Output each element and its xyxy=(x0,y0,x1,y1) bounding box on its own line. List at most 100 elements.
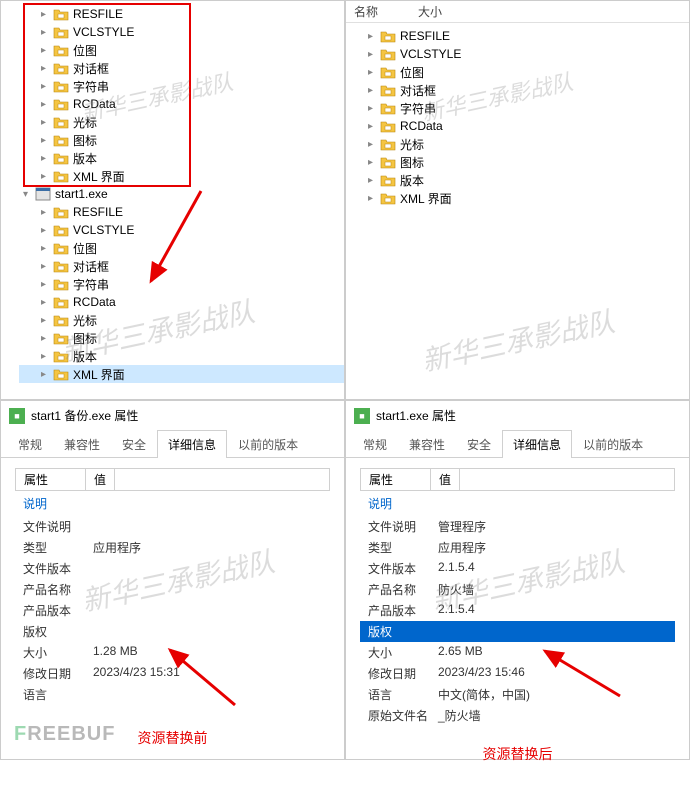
expander-icon[interactable]: ▸ xyxy=(41,351,53,362)
expander-icon[interactable]: ▸ xyxy=(368,157,380,168)
tree-item[interactable]: ▸RCData xyxy=(19,293,344,311)
col-property[interactable]: 属性 xyxy=(361,469,431,490)
tree-item[interactable]: ▸字符串 xyxy=(364,99,689,117)
tree-item[interactable]: ▸字符串 xyxy=(19,77,344,95)
tree-item[interactable]: ▸光标 xyxy=(364,135,689,153)
description-link[interactable]: 说明 xyxy=(360,491,675,516)
expander-icon[interactable]: ▸ xyxy=(41,153,53,164)
tree-item[interactable]: ▸图标 xyxy=(364,153,689,171)
tab-4[interactable]: 以前的版本 xyxy=(572,430,654,458)
expander-icon[interactable]: ▸ xyxy=(41,81,53,92)
tree-item-exe[interactable]: ▾start1.exe xyxy=(19,185,344,203)
tree-item[interactable]: ▸XML 界面 xyxy=(19,167,344,185)
property-row[interactable]: 产品版本2.1.5.4 xyxy=(360,600,675,621)
tree-item[interactable]: ▸RCData xyxy=(19,95,344,113)
expander-icon[interactable]: ▸ xyxy=(368,175,380,186)
tree-item[interactable]: ▸版本 xyxy=(19,347,344,365)
expander-icon[interactable]: ▸ xyxy=(41,27,53,38)
tree-item[interactable]: ▸RCData xyxy=(364,117,689,135)
property-row[interactable]: 文件版本2.1.5.4 xyxy=(360,558,675,579)
property-row[interactable]: 修改日期2023/4/23 15:31 xyxy=(15,663,330,684)
property-row[interactable]: 产品版本 xyxy=(15,600,330,621)
tab-1[interactable]: 兼容性 xyxy=(53,430,111,458)
property-row[interactable]: 文件说明管理程序 xyxy=(360,516,675,537)
expander-icon[interactable]: ▸ xyxy=(368,49,380,60)
expander-icon[interactable]: ▸ xyxy=(41,207,53,218)
col-name[interactable]: 名称 xyxy=(354,3,418,20)
property-row[interactable]: 类型应用程序 xyxy=(15,537,330,558)
expander-icon[interactable]: ▸ xyxy=(41,117,53,128)
tree-item[interactable]: ▸RESFILE xyxy=(19,203,344,221)
tree-item[interactable]: ▸图标 xyxy=(19,329,344,347)
property-row[interactable]: 类型应用程序 xyxy=(360,537,675,558)
expander-icon[interactable]: ▸ xyxy=(41,225,53,236)
col-property[interactable]: 属性 xyxy=(16,469,86,490)
property-row[interactable]: 产品名称 xyxy=(15,579,330,600)
tree-item[interactable]: ▸VCLSTYLE xyxy=(19,23,344,41)
tab-3[interactable]: 详细信息 xyxy=(157,430,227,458)
expander-icon[interactable]: ▸ xyxy=(41,243,53,254)
expander-icon[interactable]: ▸ xyxy=(368,31,380,42)
expander-icon[interactable]: ▾ xyxy=(23,189,35,200)
tab-0[interactable]: 常规 xyxy=(7,430,53,458)
expander-icon[interactable]: ▸ xyxy=(41,333,53,344)
resource-tree-right[interactable]: ▸RESFILE▸VCLSTYLE▸位图▸对话框▸字符串▸RCData▸光标▸图… xyxy=(346,23,689,211)
expander-icon[interactable]: ▸ xyxy=(41,45,53,56)
property-row[interactable]: 大小1.28 MB xyxy=(15,642,330,663)
col-value[interactable]: 值 xyxy=(431,469,460,490)
tree-item[interactable]: ▸XML 界面 xyxy=(19,365,344,383)
tab-4[interactable]: 以前的版本 xyxy=(227,430,309,458)
tree-item[interactable]: ▸图标 xyxy=(19,131,344,149)
property-row[interactable]: 语言中文(简体，中国) xyxy=(360,684,675,705)
tree-item[interactable]: ▸RESFILE xyxy=(364,27,689,45)
tab-2[interactable]: 安全 xyxy=(111,430,157,458)
property-row[interactable]: 产品名称防火墙 xyxy=(360,579,675,600)
expander-icon[interactable]: ▸ xyxy=(41,135,53,146)
tree-item[interactable]: ▸版本 xyxy=(364,171,689,189)
tree-item[interactable]: ▸位图 xyxy=(19,41,344,59)
expander-icon[interactable]: ▸ xyxy=(368,103,380,114)
property-row[interactable]: 语言 xyxy=(15,684,330,705)
tab-2[interactable]: 安全 xyxy=(456,430,502,458)
property-row[interactable]: 文件版本 xyxy=(15,558,330,579)
expander-icon[interactable]: ▸ xyxy=(368,193,380,204)
property-row[interactable]: 文件说明 xyxy=(15,516,330,537)
expander-icon[interactable]: ▸ xyxy=(41,99,53,110)
tree-item[interactable]: ▸位图 xyxy=(19,239,344,257)
tree-item[interactable]: ▸XML 界面 xyxy=(364,189,689,207)
tab-0[interactable]: 常规 xyxy=(352,430,398,458)
tree-item[interactable]: ▸光标 xyxy=(19,311,344,329)
expander-icon[interactable]: ▸ xyxy=(368,67,380,78)
tree-item[interactable]: ▸版本 xyxy=(19,149,344,167)
expander-icon[interactable]: ▸ xyxy=(41,171,53,182)
tree-item[interactable]: ▸位图 xyxy=(364,63,689,81)
expander-icon[interactable]: ▸ xyxy=(368,85,380,96)
expander-icon[interactable]: ▸ xyxy=(41,9,53,20)
description-link[interactable]: 说明 xyxy=(15,491,330,516)
expander-icon[interactable]: ▸ xyxy=(368,121,380,132)
expander-icon[interactable]: ▸ xyxy=(368,139,380,150)
tree-item[interactable]: ▸RESFILE xyxy=(19,5,344,23)
tree-item[interactable]: ▸VCLSTYLE xyxy=(19,221,344,239)
resource-tree-left[interactable]: ▸RESFILE▸VCLSTYLE▸位图▸对话框▸字符串▸RCData▸光标▸图… xyxy=(1,1,344,387)
expander-icon[interactable]: ▸ xyxy=(41,297,53,308)
expander-icon[interactable]: ▸ xyxy=(41,315,53,326)
col-size[interactable]: 大小 xyxy=(418,3,482,20)
tree-item[interactable]: ▸对话框 xyxy=(364,81,689,99)
property-row[interactable]: 版权 xyxy=(15,621,330,642)
expander-icon[interactable]: ▸ xyxy=(41,261,53,272)
expander-icon[interactable]: ▸ xyxy=(41,369,53,380)
col-value[interactable]: 值 xyxy=(86,469,115,490)
tree-item[interactable]: ▸光标 xyxy=(19,113,344,131)
tab-1[interactable]: 兼容性 xyxy=(398,430,456,458)
tab-3[interactable]: 详细信息 xyxy=(502,430,572,458)
property-row[interactable]: 修改日期2023/4/23 15:46 xyxy=(360,663,675,684)
property-row[interactable]: 原始文件名_防火墙 xyxy=(360,705,675,726)
tree-item[interactable]: ▸VCLSTYLE xyxy=(364,45,689,63)
tree-item[interactable]: ▸字符串 xyxy=(19,275,344,293)
property-row[interactable]: 版权 xyxy=(360,621,675,642)
property-row[interactable]: 大小2.65 MB xyxy=(360,642,675,663)
tree-item[interactable]: ▸对话框 xyxy=(19,257,344,275)
expander-icon[interactable]: ▸ xyxy=(41,63,53,74)
tree-item[interactable]: ▸对话框 xyxy=(19,59,344,77)
